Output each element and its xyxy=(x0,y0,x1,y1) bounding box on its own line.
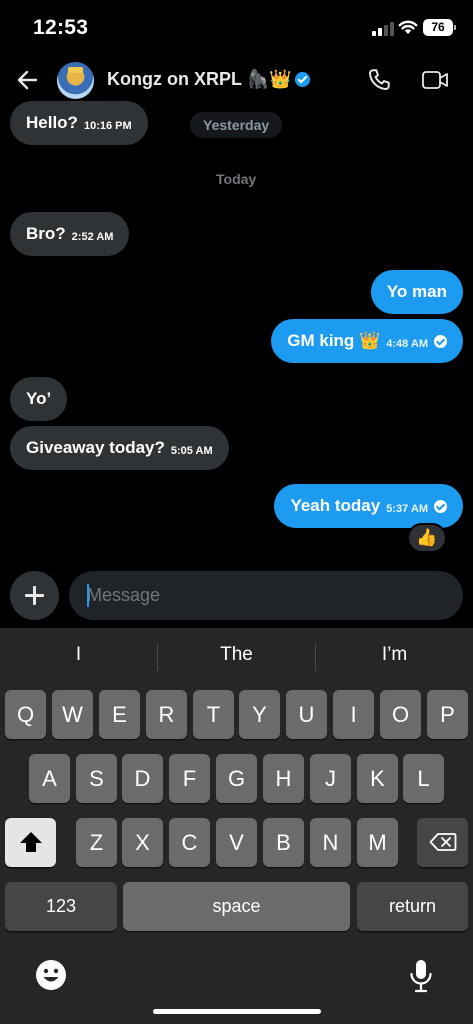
message-time: 4:48 AM xyxy=(386,338,428,350)
suggestion-item[interactable]: The xyxy=(158,644,315,666)
key-w[interactable]: W xyxy=(52,690,93,739)
message-text: Yeah today xyxy=(290,496,381,515)
message-bubble-received[interactable]: Yo’ xyxy=(10,377,68,421)
key-c[interactable]: C xyxy=(169,818,210,867)
key-o[interactable]: O xyxy=(380,690,421,739)
space-key[interactable]: space xyxy=(123,882,350,931)
key-t[interactable]: T xyxy=(193,690,234,739)
date-divider-today: Today xyxy=(216,171,257,187)
video-camera-icon[interactable] xyxy=(421,68,449,92)
suggestion-item[interactable]: I xyxy=(0,644,157,666)
message-time: 5:37 AM xyxy=(386,503,428,515)
message-bubble-sent[interactable]: Yeah today 5:37 AM xyxy=(274,484,463,528)
contact-name[interactable]: Kongz on XRPL 🦍👑 xyxy=(107,69,311,90)
shift-arrow-icon xyxy=(19,832,42,852)
key-m[interactable]: M xyxy=(357,818,398,867)
key-u[interactable]: U xyxy=(286,690,327,739)
key-l[interactable]: L xyxy=(403,754,444,803)
key-e[interactable]: E xyxy=(99,690,140,739)
delete-key[interactable] xyxy=(417,818,468,867)
message-bubble-received[interactable]: Hello? 10:16 PM xyxy=(10,101,148,145)
key-s[interactable]: S xyxy=(76,754,117,803)
contact-name-text: Kongz on XRPL 🦍👑 xyxy=(107,69,292,89)
home-indicator[interactable] xyxy=(153,1009,321,1014)
message-bubble-received[interactable]: Giveaway today? 5:05 AM xyxy=(10,426,229,470)
numbers-key[interactable]: 123 xyxy=(5,882,117,931)
key-r[interactable]: R xyxy=(146,690,187,739)
key-a[interactable]: A xyxy=(29,754,70,803)
wifi-icon xyxy=(398,20,418,34)
cellular-signal-icon xyxy=(372,22,394,36)
message-bubble-received[interactable]: Bro? 2:52 AM xyxy=(10,212,130,256)
status-time: 12:53 xyxy=(33,16,89,39)
suggestion-item[interactable]: I’m xyxy=(316,644,473,666)
key-n[interactable]: N xyxy=(310,818,351,867)
message-input[interactable] xyxy=(69,571,463,620)
message-text: Giveaway today? xyxy=(26,438,165,457)
key-b[interactable]: B xyxy=(263,818,304,867)
key-v[interactable]: V xyxy=(216,818,257,867)
suggestion-bar: I The I’m xyxy=(0,628,473,686)
key-h[interactable]: H xyxy=(263,754,304,803)
emoji-icon[interactable] xyxy=(35,959,67,991)
message-text: Yo’ xyxy=(26,389,52,408)
key-j[interactable]: J xyxy=(310,754,351,803)
date-divider-yesterday: Yesterday xyxy=(190,112,283,138)
key-g[interactable]: G xyxy=(216,754,257,803)
phone-call-icon[interactable] xyxy=(366,67,392,93)
message-bubble-sent[interactable]: Yo man xyxy=(370,270,463,314)
shift-key[interactable] xyxy=(5,818,56,867)
battery-indicator: 76 xyxy=(423,19,456,36)
status-bar: 12:53 76 xyxy=(0,0,473,56)
key-i[interactable]: I xyxy=(333,690,374,739)
message-text: Yo man xyxy=(386,282,447,301)
key-d[interactable]: D xyxy=(122,754,163,803)
verified-badge-icon xyxy=(295,72,311,87)
message-bubble-sent[interactable]: GM king 👑 4:48 AM xyxy=(271,319,463,363)
key-k[interactable]: K xyxy=(357,754,398,803)
message-time: 2:52 AM xyxy=(71,231,114,243)
thumbs-up-reaction[interactable]: 👍 xyxy=(407,523,447,553)
key-x[interactable]: X xyxy=(122,818,163,867)
back-arrow-icon[interactable] xyxy=(14,66,42,94)
key-f[interactable]: F xyxy=(169,754,210,803)
keyboard: I The I’m Q W E R T Y U I O P A S D F G … xyxy=(0,628,473,1024)
backspace-icon xyxy=(429,833,456,851)
message-list[interactable]: Hello? 10:16 PM Yesterday Today Bro? 2:52 … xyxy=(0,100,473,560)
message-time: 5:05 AM xyxy=(170,445,213,457)
message-text: Bro? xyxy=(26,224,66,243)
key-q[interactable]: Q xyxy=(5,690,46,739)
text-caret xyxy=(87,584,89,607)
add-attachment-button[interactable] xyxy=(10,571,59,620)
return-key[interactable]: return xyxy=(357,882,468,931)
chat-header: Kongz on XRPL 🦍👑 xyxy=(0,56,473,106)
avatar[interactable] xyxy=(57,62,94,99)
key-y[interactable]: Y xyxy=(239,690,280,739)
microphone-icon[interactable] xyxy=(408,958,434,994)
message-text: GM king 👑 xyxy=(287,331,381,350)
key-p[interactable]: P xyxy=(427,690,468,739)
message-time: 10:16 PM xyxy=(83,120,132,132)
message-text: Hello? xyxy=(26,113,78,132)
key-z[interactable]: Z xyxy=(76,818,117,867)
read-receipt-icon xyxy=(434,335,447,348)
read-receipt-icon xyxy=(434,500,447,513)
